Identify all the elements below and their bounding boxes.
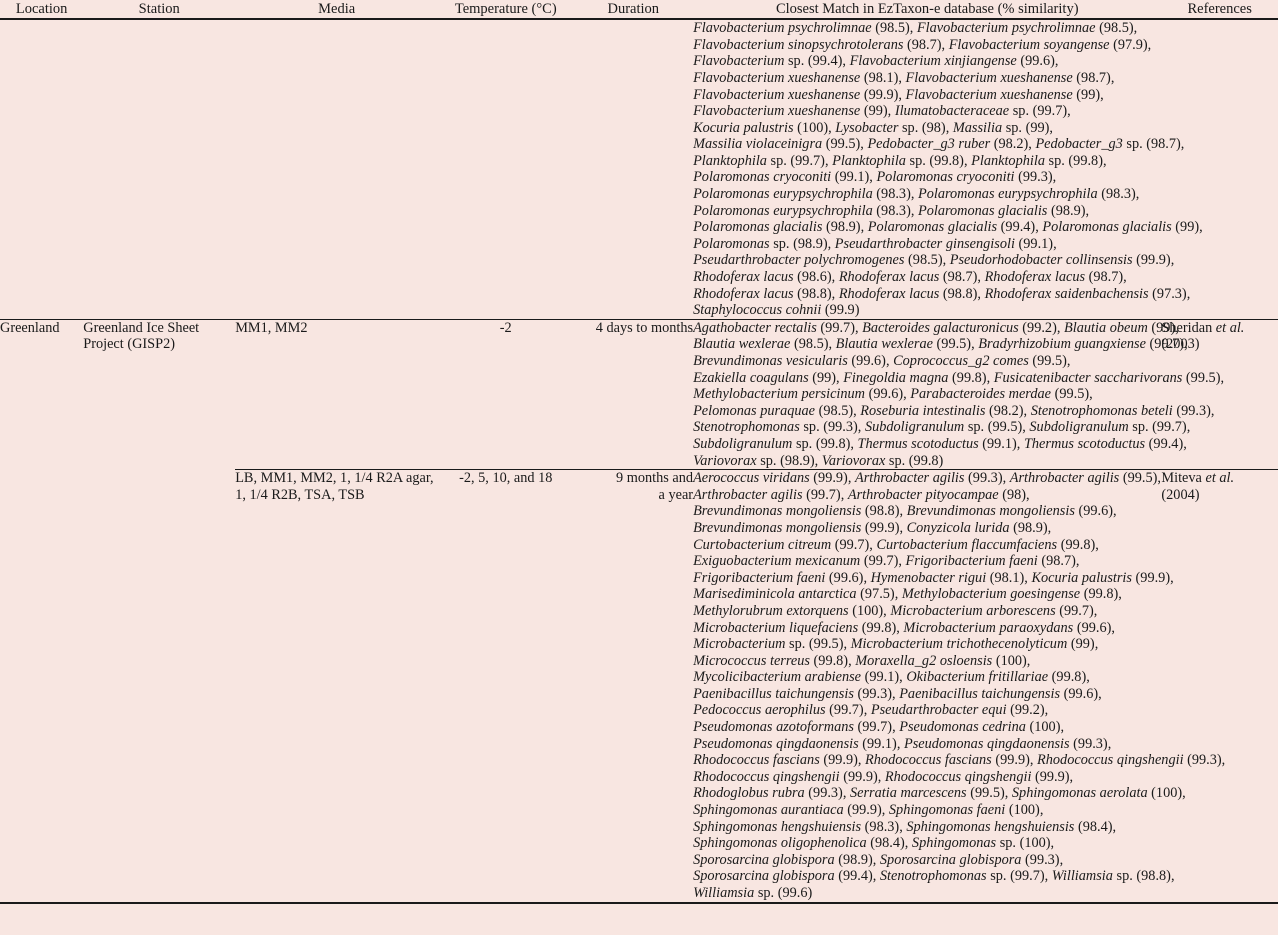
cell-closest-match: Aerococcus viridans (99.9), Arthrobacter… [693,470,1226,901]
reference-line: (2004) [1161,486,1200,503]
cell-temperature [438,19,573,319]
species-line: Exiguobacterium mexicanum (99.7), Frigor… [693,553,1080,570]
cell-location [0,19,83,319]
table-bottom-rule [0,901,1278,904]
species-line: Planktophila sp. (99.7), Planktophila sp… [693,152,1107,169]
species-line: Flavobacterium sp. (99.4), Flavobacteriu… [693,53,1059,70]
species-line: Sporosarcina globispora (98.9), Sporosar… [693,851,1064,868]
species-line: Paenibacillus taichungensis (99.3), Paen… [693,685,1102,702]
duration-line: 9 months and [616,470,694,487]
species-line: Flavobacterium psychrolimnae (98.5), Fla… [693,20,1138,37]
cell-station [83,470,235,901]
species-line: Pedococcus aerophilus (99.7), Pseudarthr… [693,702,1049,719]
species-line: Aerococcus viridans (99.9), Arthrobacter… [693,470,1161,487]
species-line: Flavobacterium xueshanense (99), Ilumato… [693,103,1071,120]
species-line: Micrococcus terreus (99.8), Moraxella_g2… [693,652,1031,669]
reference-line: (2003) [1161,336,1200,353]
species-line: Polaromonas eurypsychrophila (98.3), Pol… [693,186,1140,203]
species-line: Pseudomonas azotoformans (99.7), Pseudom… [693,719,1065,736]
column-header-station: Station [83,0,236,21]
species-line: Kocuria palustris (100), Lysobacter sp. … [693,119,1053,136]
species-line: Frigoribacterium faeni (99.6), Hymenobac… [693,569,1174,586]
species-line: Marisediminicola antarctica (97.5), Meth… [693,586,1122,603]
species-line: Agathobacter rectalis (99.7), Bacteroide… [693,319,1179,336]
species-line: Polaromonas cryoconiti (99.1), Polaromon… [693,169,1057,186]
species-line: Brevundimonas mongoliensis (99.9), Conyz… [693,519,1052,536]
species-line: Sphingomonas oligophenolica (98.4), Sphi… [693,835,1055,852]
species-line: Polaromonas eurypsychrophila (98.3), Pol… [693,202,1090,219]
species-line: Flavobacterium xueshanense (98.1), Flavo… [693,69,1115,86]
cell-duration: 4 days to months [595,319,694,336]
species-line: Polaromonas glacialis (98.9), Polaromona… [693,219,1203,236]
species-line: Methylorubrum extorquens (100), Microbac… [693,602,1098,619]
cell-closest-match: Flavobacterium psychrolimnae (98.5), Fla… [693,19,1203,319]
cell-station [83,19,235,319]
cell-location [0,470,83,901]
species-line: Polaromonas sp. (98.9), Pseudarthrobacte… [693,235,1057,252]
species-line: Ezakiella coagulans (99), Finegoldia mag… [693,369,1225,386]
species-line: Massilia violaceinigra (99.5), Pedobacte… [693,136,1185,153]
cell-location: Greenland [0,319,60,336]
species-line: Brevundimonas vesicularis (99.6), Coproc… [693,353,1071,369]
species-line: Blautia wexlerae (98.5), Blautia wexlera… [693,336,1188,353]
column-header-duration: Duration [573,0,694,21]
scientific-table-container: Location Station Media Temperature (°C) … [0,0,1278,935]
cell-temperature: -2 [499,319,512,336]
species-line: Flavobacterium sinopsychrotolerans (98.7… [693,36,1152,53]
species-line: Methylobacterium persicinum (99.6), Para… [693,386,1093,403]
species-line: Pseudarthrobacter polychromogenes (98.5)… [693,252,1175,269]
species-line: Sporosarcina globispora (99.4), Stenotro… [693,868,1175,885]
species-line: Pelomonas puraquae (98.5), Roseburia int… [693,402,1215,419]
species-line: Rhodococcus fascians (99.9), Rhodococcus… [693,752,1226,769]
table-row: Greenland Greenland Ice Sheet Project (GI… [0,320,1278,469]
species-line: Sphingomonas hengshuiensis (98.3), Sphin… [693,818,1117,835]
table-header: Location Station Media Temperature (°C) … [0,0,1278,21]
header-row: Location Station Media Temperature (°C) … [0,0,1278,21]
column-header-temperature: Temperature (°C) [438,0,574,21]
table-body: Flavobacterium psychrolimnae (98.5), Fla… [0,19,1278,901]
column-header-location: Location [0,0,84,21]
species-line: Flavobacterium xueshanense (99.9), Flavo… [693,86,1104,103]
cell-media [235,19,438,319]
species-line: Rhodoferax lacus (98.6), Rhodoferax lacu… [693,269,1127,286]
cell-duration: 9 months and a year [573,470,693,901]
species-line: Rhodococcus qingshengii (99.9), Rhodococ… [693,768,1074,785]
column-header-media: Media [235,0,439,21]
species-line: Variovorax sp. (98.9), Variovorax sp. (9… [693,452,944,469]
table-row: Flavobacterium psychrolimnae (98.5), Fla… [0,19,1278,319]
cell-temperature: -2, 5, 10, and 18 [459,470,553,487]
column-header-references: References [1161,0,1278,21]
species-line: Brevundimonas mongoliensis (98.8), Brevu… [693,503,1117,520]
species-table: Location Station Media Temperature (°C) … [0,0,1278,902]
cell-reference [1161,19,1278,319]
species-line: Staphylococcus cohnii (99.9) [693,302,860,319]
species-line: Williamsia sp. (99.6) [693,885,813,901]
species-line: Curtobacterium citreum (99.7), Curtobact… [693,536,1099,553]
table-row: LB, MM1, MM2, 1, 1/4 R2A agar, 1, 1/4 R2… [0,470,1278,901]
cell-reference: Miteva et al. (2004) [1161,470,1278,901]
species-line: Mycolicibacterium arabiense (99.1), Okib… [693,669,1090,686]
species-line: Rhodoferax lacus (98.8), Rhodoferax lacu… [693,285,1191,302]
column-header-closest-match: Closest Match in EzTaxon-e database (% s… [693,0,1162,21]
cell-duration [573,19,693,319]
species-line: Rhodoglobus rubra (99.3), Serratia marce… [693,785,1186,802]
species-line: Subdoligranulum sp. (99.8), Thermus scot… [693,435,1187,452]
species-line: Arthrobacter agilis (99.7), Arthrobacter… [693,486,1030,503]
cell-media: LB, MM1, MM2, 1, 1/4 R2A agar, 1, 1/4 R2… [235,470,434,503]
duration-line: a year [658,486,694,503]
species-line: Pseudomonas qingdaonensis (99.1), Pseudo… [693,735,1112,752]
cell-station: Greenland Ice Sheet Project (GISP2) [83,319,200,353]
cell-media: MM1, MM2 [235,319,308,336]
species-line: Microbacterium sp. (99.5), Microbacteriu… [693,636,1099,653]
cell-closest-match: Agathobacter rectalis (99.7), Bacteroide… [693,319,1225,469]
reference-line: Miteva et al. [1161,470,1235,487]
species-line: Microbacterium liquefaciens (99.8), Micr… [693,619,1115,636]
species-line: Sphingomonas aurantiaca (99.9), Sphingom… [693,802,1044,819]
reference-line: Sheridan et al. [1161,319,1245,336]
species-line: Stenotrophomonas sp. (99.3), Subdoligran… [693,419,1191,436]
